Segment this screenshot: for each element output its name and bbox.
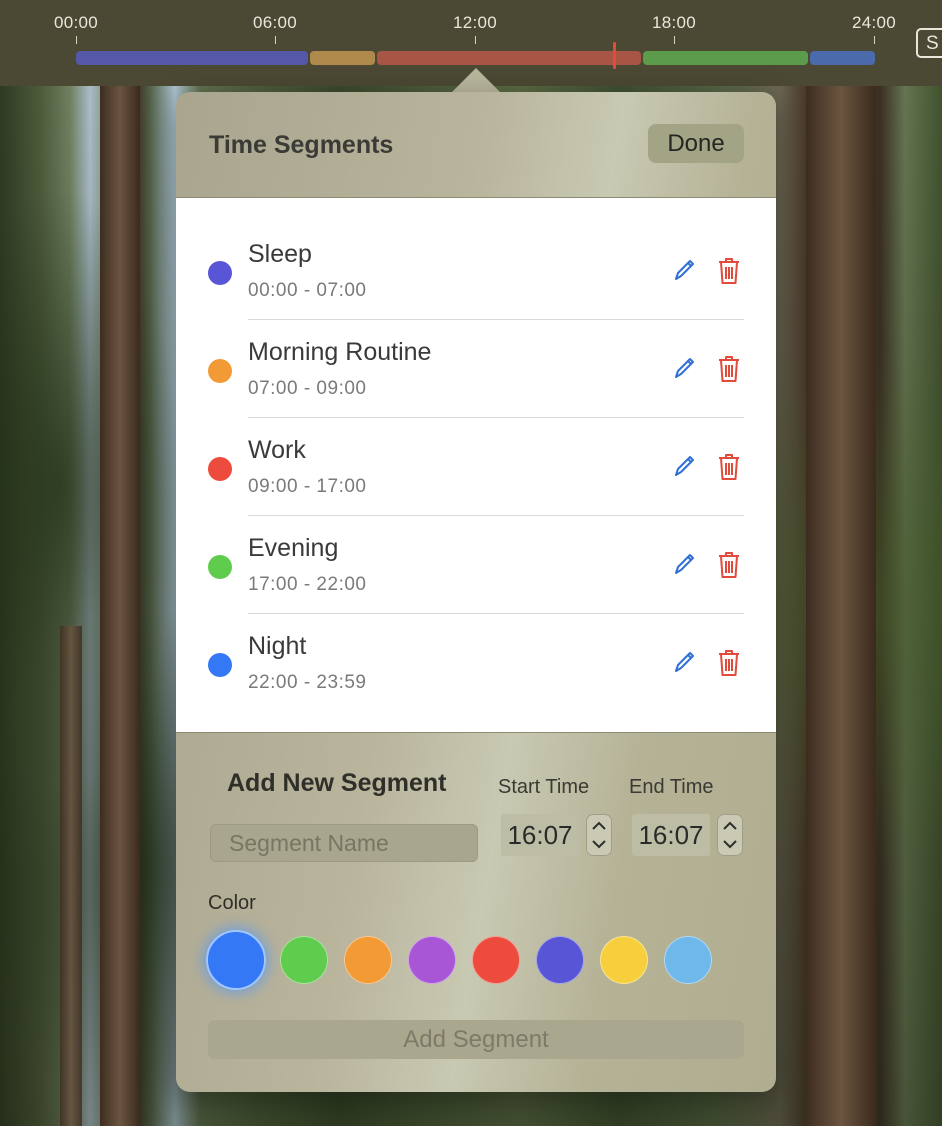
color-swatch-light-blue[interactable] xyxy=(664,936,712,984)
pencil-icon[interactable] xyxy=(672,649,696,675)
segment-name: Morning Routine xyxy=(248,338,432,366)
trash-icon[interactable] xyxy=(716,256,742,286)
list-item: Work 09:00 - 17:00 xyxy=(176,418,776,516)
segment-time-range: 00:00 - 07:00 xyxy=(248,280,367,301)
add-segment-button[interactable]: Add Segment xyxy=(208,1020,744,1059)
segment-time-range: 09:00 - 17:00 xyxy=(248,476,367,497)
list-item: Morning Routine 07:00 - 09:00 xyxy=(176,320,776,418)
color-label: Color xyxy=(208,892,256,914)
tick-mark xyxy=(475,36,476,44)
chevron-down-icon[interactable] xyxy=(722,838,738,850)
tick-label: 06:00 xyxy=(252,13,298,32)
color-swatch-red[interactable] xyxy=(472,936,520,984)
pencil-icon[interactable] xyxy=(672,257,696,283)
segment-color-dot xyxy=(208,653,232,677)
timeline-segment-morning-routine[interactable] xyxy=(310,51,375,65)
trash-icon[interactable] xyxy=(716,452,742,482)
segment-name-input[interactable] xyxy=(210,824,478,862)
tick-mark xyxy=(76,36,77,44)
tree-trunk xyxy=(60,626,82,1126)
color-swatch-green[interactable] xyxy=(280,936,328,984)
tick-label: 12:00 xyxy=(452,13,498,32)
segment-color-dot xyxy=(208,457,232,481)
color-swatch-yellow[interactable] xyxy=(600,936,648,984)
tick-mark xyxy=(275,36,276,44)
timeline-segment-evening[interactable] xyxy=(643,51,808,65)
segment-name: Sleep xyxy=(248,240,312,268)
segment-time-range: 17:00 - 22:00 xyxy=(248,574,367,595)
timeline-segment-sleep[interactable] xyxy=(76,51,308,65)
start-time-stepper[interactable] xyxy=(586,814,612,856)
timeline-segment-work[interactable] xyxy=(377,51,641,65)
tick-mark xyxy=(874,36,875,44)
timeline-segment-night[interactable] xyxy=(810,51,875,65)
done-button[interactable]: Done xyxy=(648,124,744,163)
chevron-up-icon[interactable] xyxy=(722,820,738,832)
segment-time-range: 07:00 - 09:00 xyxy=(248,378,367,399)
popover-arrow xyxy=(452,68,500,92)
color-swatch-orange[interactable] xyxy=(344,936,392,984)
side-button[interactable]: S xyxy=(916,28,942,58)
popover-header: Time Segments Done xyxy=(176,92,776,198)
list-item: Evening 17:00 - 22:00 xyxy=(176,516,776,614)
pencil-icon[interactable] xyxy=(672,551,696,577)
segment-name: Work xyxy=(248,436,306,464)
popover-title: Time Segments xyxy=(209,131,394,159)
segment-time-range: 22:00 - 23:59 xyxy=(248,672,367,693)
trash-icon[interactable] xyxy=(716,550,742,580)
segment-name: Night xyxy=(248,632,307,660)
color-swatch-indigo[interactable] xyxy=(536,936,584,984)
end-time-label: End Time xyxy=(629,776,714,798)
segment-color-dot xyxy=(208,359,232,383)
time-segments-popover: Time Segments Done Sleep 00:00 - 07:00 M… xyxy=(176,92,776,1092)
tick-label: 00:00 xyxy=(53,13,99,32)
trash-icon[interactable] xyxy=(716,354,742,384)
add-segment-heading: Add New Segment xyxy=(227,769,447,797)
tree-trunk xyxy=(100,86,140,1126)
list-item: Sleep 00:00 - 07:00 xyxy=(176,222,776,320)
chevron-down-icon[interactable] xyxy=(591,838,607,850)
tick-mark xyxy=(674,36,675,44)
color-swatch-blue[interactable] xyxy=(206,930,266,990)
pencil-icon[interactable] xyxy=(672,355,696,381)
segment-list: Sleep 00:00 - 07:00 Morning Routine 07:0… xyxy=(176,198,776,733)
segment-color-dot xyxy=(208,261,232,285)
start-time-label: Start Time xyxy=(498,776,590,798)
current-time-marker xyxy=(613,42,616,69)
trash-icon[interactable] xyxy=(716,648,742,678)
end-time-field[interactable]: 16:07 xyxy=(632,814,710,856)
start-time-field[interactable]: 16:07 xyxy=(501,814,579,856)
segment-name: Evening xyxy=(248,534,339,562)
chevron-up-icon[interactable] xyxy=(591,820,607,832)
tick-label: 24:00 xyxy=(851,13,897,32)
segment-color-dot xyxy=(208,555,232,579)
tick-label: 18:00 xyxy=(651,13,697,32)
pencil-icon[interactable] xyxy=(672,453,696,479)
color-swatch-purple[interactable] xyxy=(408,936,456,984)
tree-trunk xyxy=(806,86,876,1126)
end-time-stepper[interactable] xyxy=(717,814,743,856)
list-item: Night 22:00 - 23:59 xyxy=(176,614,776,712)
